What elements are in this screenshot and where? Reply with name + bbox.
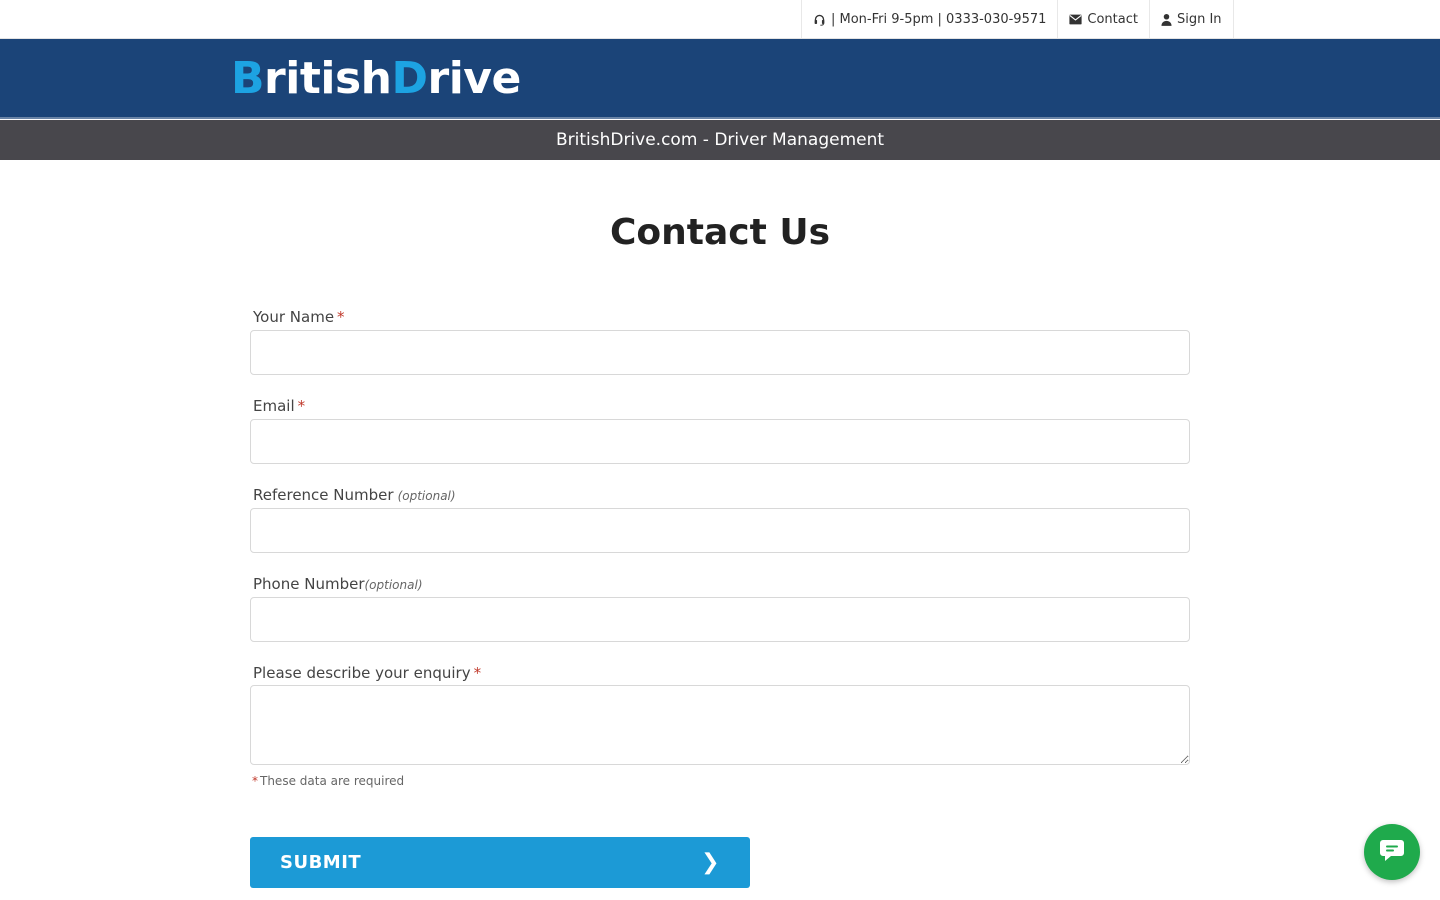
site-subtitle: BritishDrive.com - Driver Management [555, 130, 885, 150]
envelope-icon [1069, 14, 1082, 25]
user-icon [1161, 13, 1172, 26]
brand-header: BritishDrive [0, 39, 1440, 119]
contact-link-label: Contact [1087, 11, 1138, 27]
required-note: * These data are required [252, 774, 404, 788]
name-label-text: Your Name [253, 308, 335, 326]
headset-icon [813, 13, 826, 26]
reference-number-label-text: Reference Number [253, 486, 394, 504]
phone-number-field[interactable] [250, 597, 1190, 642]
submit-button[interactable]: SUBMIT ❯ [250, 837, 750, 888]
support-hours-item[interactable]: | Mon-Fri 9-5pm | 0333-030-9571 [801, 0, 1057, 38]
email-label-text: Email [253, 397, 295, 415]
reference-number-field[interactable] [250, 508, 1190, 553]
phone-optional-text: (optional) [364, 578, 423, 592]
support-hours-text: | Mon-Fri 9-5pm | 0333-030-9571 [831, 11, 1047, 27]
sign-in-label: Sign In [1176, 11, 1222, 27]
logo-word-ritish: ritish [264, 53, 392, 104]
british-drive-logo[interactable]: BritishDrive [231, 53, 521, 105]
logo-initial-d: D [391, 53, 428, 104]
email-label: Email * [253, 397, 305, 415]
chat-bubble-icon [1379, 838, 1405, 866]
name-label: Your Name * [253, 308, 345, 326]
email-field[interactable] [250, 419, 1190, 464]
phone-number-label-text: Phone Number [253, 575, 365, 593]
top-utility-bar: | Mon-Fri 9-5pm | 0333-030-9571 Contact … [0, 0, 1440, 39]
name-field[interactable] [250, 330, 1190, 375]
logo-word-rive: rive [427, 53, 522, 104]
submit-button-label: SUBMIT [280, 852, 362, 873]
chevron-right-icon: ❯ [701, 850, 720, 875]
required-note-star: * [252, 774, 258, 788]
sign-in-link[interactable]: Sign In [1148, 0, 1234, 38]
top-utility-links: | Mon-Fri 9-5pm | 0333-030-9571 Contact … [801, 0, 1234, 38]
phone-number-label: Phone Number(optional) [253, 575, 423, 593]
enquiry-label-text: Please describe your enquiry [253, 664, 471, 682]
logo-initial-b: B [231, 53, 265, 104]
contact-link[interactable]: Contact [1057, 0, 1149, 38]
enquiry-required-mark: * [473, 664, 482, 682]
required-note-text: These data are required [260, 774, 405, 788]
site-subtitle-bar: BritishDrive.com - Driver Management [0, 120, 1440, 160]
page-title: Contact Us [609, 212, 831, 253]
live-chat-button[interactable] [1364, 824, 1420, 880]
email-required-mark: * [297, 397, 306, 415]
name-required-mark: * [337, 308, 345, 326]
enquiry-label: Please describe your enquiry * [253, 664, 481, 682]
reference-optional-text: (optional) [397, 489, 456, 503]
enquiry-textarea[interactable] [250, 685, 1190, 765]
reference-number-label: Reference Number (optional) [253, 486, 456, 504]
